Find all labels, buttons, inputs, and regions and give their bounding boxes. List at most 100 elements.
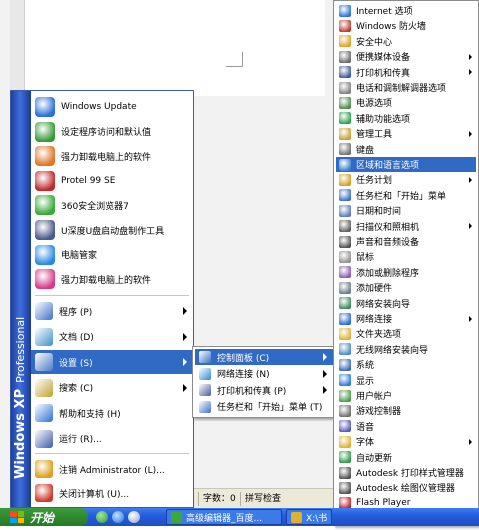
control-panel-item[interactable]: 任务计划: [336, 172, 476, 187]
control-panel-item-icon: [339, 50, 351, 63]
media-quicklaunch-icon[interactable]: [128, 511, 140, 523]
control-panel-item[interactable]: 打印机和传真: [336, 65, 476, 80]
taskbar-task-button[interactable]: 高级编辑器_百度...: [166, 509, 282, 525]
control-panel-item-label: 打印机和传真: [356, 68, 411, 79]
control-panel-item-icon: [339, 220, 351, 233]
menu-separator: [35, 453, 189, 454]
control-panel-submenu-item[interactable]: 控制面板 (C): [195, 349, 333, 365]
pinned-item[interactable]: 设定程序访问和默认值: [31, 120, 193, 144]
control-panel-item[interactable]: 辅助功能选项: [336, 111, 476, 126]
control-panel-item-icon: [339, 158, 351, 171]
control-panel-item[interactable]: 自动更新: [336, 450, 476, 465]
pinned-item[interactable]: 360安全浏览器7: [31, 193, 193, 217]
control-panel-item[interactable]: 添加硬件: [336, 280, 476, 295]
control-panel-item-icon: [339, 235, 351, 248]
pinned-item[interactable]: Windows Update: [31, 95, 193, 119]
control-panel-item-label: 字体: [356, 438, 375, 449]
control-panel-item-icon: [339, 127, 351, 140]
control-panel-item[interactable]: 扫描仪和照相机: [336, 219, 476, 234]
control-panel-item[interactable]: 电话和调制解调器选项: [336, 80, 476, 95]
pinned-item[interactable]: 电脑管家: [31, 243, 193, 267]
printers-submenu-item[interactable]: 打印机和传真 (P): [195, 382, 333, 398]
network-connections-submenu-item[interactable]: 网络连接 (N): [195, 366, 333, 382]
control-panel-item[interactable]: 电源选项: [336, 95, 476, 110]
logoff-item[interactable]: 注销 Administrator (L)...: [31, 457, 193, 481]
control-panel-item[interactable]: 声音和音频设备: [336, 234, 476, 249]
control-panel-item-label: 用户帐户: [356, 392, 393, 402]
control-panel-item[interactable]: 语音: [336, 419, 476, 434]
control-panel-item-label: Flash Player: [356, 498, 411, 509]
control-panel-item[interactable]: 鼠标: [336, 249, 476, 264]
control-panel-item[interactable]: 系统: [336, 357, 476, 372]
browser-quicklaunch-icon[interactable]: [96, 511, 108, 523]
control-panel-item[interactable]: 文件夹选项: [336, 326, 476, 341]
menu-item-label: 搜索 (C): [59, 384, 94, 394]
settings-menu-item[interactable]: 设置 (S): [31, 350, 193, 374]
control-panel-item-icon: [339, 204, 351, 217]
control-panel-item[interactable]: 显示: [336, 373, 476, 388]
control-panel-item-label: Windows 防火墙: [356, 22, 427, 33]
control-panel-item-label: 网络连接: [356, 315, 393, 325]
pinned-item-label: Windows Update: [61, 102, 137, 112]
program-access-icon: [35, 121, 55, 142]
taskbar-task-button[interactable]: X:\书: [286, 509, 332, 525]
run-menu-item[interactable]: 运行 (R)...: [31, 427, 193, 451]
control-panel-item[interactable]: 管理工具: [336, 126, 476, 141]
control-panel-item[interactable]: 网络连接: [336, 311, 476, 326]
shutdown-item[interactable]: 关闭计算机 (U)...: [31, 481, 193, 505]
control-panel-item-label: 电话和调制解调器选项: [356, 84, 447, 94]
taskbar-submenu-item[interactable]: 任务栏和「开始」菜单 (T): [195, 399, 333, 415]
control-panel-item-icon: [339, 173, 351, 186]
pinned-item-label: U深度U盘启动盘制作工具: [61, 226, 165, 237]
control-panel-item-label: Internet 选项: [356, 7, 413, 17]
control-panel-item[interactable]: 网络安装向导: [336, 296, 476, 311]
control-panel-item-icon: [339, 281, 351, 294]
search-menu-item[interactable]: 搜索 (C): [31, 376, 193, 400]
control-panel-item[interactable]: 字体: [336, 434, 476, 449]
pinned-item-label: 设定程序访问和默认值: [61, 128, 152, 139]
pinned-item[interactable]: 强力卸载电脑上的软件: [31, 267, 193, 291]
quicklaunch-expand-icon[interactable]: [146, 512, 156, 530]
folder-task-icon: [291, 511, 302, 523]
control-panel-item-label: 系统: [356, 361, 375, 372]
control-panel-item[interactable]: 添加或删除程序: [336, 265, 476, 280]
control-panel-item[interactable]: 便携媒体设备: [336, 49, 476, 64]
control-panel-item[interactable]: 安全中心: [336, 34, 476, 49]
control-panel-item[interactable]: 区域和语言选项: [336, 157, 476, 172]
control-panel-item[interactable]: 任务栏和「开始」菜单: [336, 188, 476, 203]
control-panel-item[interactable]: 用户帐户: [336, 388, 476, 403]
control-panel-item[interactable]: Internet 选项: [336, 3, 476, 18]
control-panel-item-icon: [339, 189, 351, 202]
control-panel-item-label: 任务栏和「开始」菜单: [356, 191, 447, 202]
control-panel-item[interactable]: 日期和时间: [336, 203, 476, 218]
control-panel-item[interactable]: Autodesk 绘图仪管理器: [336, 480, 476, 495]
control-panel-item[interactable]: Autodesk 打印样式管理器: [336, 465, 476, 480]
submenu-item-label: 打印机和传真 (P): [217, 386, 287, 397]
brand-name: Windows XP: [13, 388, 28, 479]
pinned-item[interactable]: Protel 99 SE: [31, 169, 193, 193]
shutdown-icon: [35, 484, 53, 502]
documents-menu-item[interactable]: 文档 (D): [31, 325, 193, 349]
control-panel-item[interactable]: Windows 防火墙: [336, 18, 476, 33]
control-panel-item-icon: [339, 389, 351, 402]
control-panel-item[interactable]: 无线网络安装向导: [336, 342, 476, 357]
control-panel-item-label: 安全中心: [356, 37, 393, 48]
control-panel-item-icon: [339, 466, 351, 479]
document-page: [24, 0, 325, 96]
pinned-item[interactable]: U深度U盘启动盘制作工具: [31, 218, 193, 242]
control-panel-item-icon: [339, 297, 351, 310]
control-panel-item[interactable]: 游戏控制器: [336, 403, 476, 418]
ie-quicklaunch-icon[interactable]: [112, 511, 124, 523]
pinned-item[interactable]: 强力卸载电脑上的软件: [31, 144, 193, 168]
menu-item-label: 文档 (D): [59, 333, 94, 343]
control-panel-item[interactable]: 键盘: [336, 142, 476, 157]
control-panel-item-label: 任务计划: [356, 176, 393, 187]
menu-separator: [35, 295, 189, 296]
programs-menu-item[interactable]: 程序 (P): [31, 299, 193, 323]
xp-brand-text: Windows XP Professional: [11, 69, 31, 479]
submenu-arrow-icon: [469, 438, 472, 445]
help-menu-item[interactable]: 帮助和支持 (H): [31, 401, 193, 425]
control-panel-item-label: 区域和语言选项: [356, 161, 420, 171]
xp-side-band: Windows XP Professional: [11, 91, 31, 507]
start-button[interactable]: 开始: [0, 508, 88, 526]
